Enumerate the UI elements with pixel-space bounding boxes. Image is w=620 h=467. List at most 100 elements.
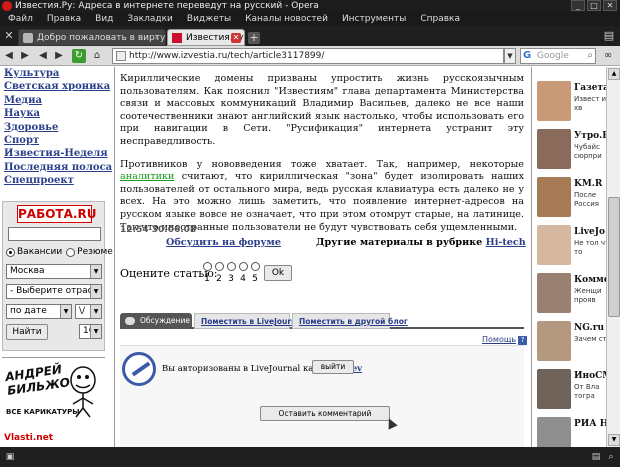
nav-science[interactable]: Наука (4, 107, 112, 120)
window-controls: _ □ ✕ (571, 0, 617, 12)
vertical-scrollbar[interactable]: ▲ ▼ (606, 67, 620, 447)
main-column: Кириллические домены призваны упростить … (116, 67, 530, 447)
logout-button[interactable]: выйти (312, 360, 354, 374)
forward-arrow-icon[interactable]: ▶ (18, 49, 32, 63)
menu-edit[interactable]: Правка (47, 12, 81, 26)
search-input[interactable]: G Google ⌕ (520, 48, 596, 64)
nav-culture[interactable]: Культура (4, 67, 112, 80)
glasses-icon[interactable]: ∞ (601, 49, 615, 63)
menu-file[interactable]: Файл (8, 12, 33, 26)
nav-special-project[interactable]: Спецпроект (4, 174, 112, 187)
zoom-icon[interactable]: ⌕ (605, 451, 617, 463)
scroll-thumb[interactable] (608, 197, 620, 317)
rubric-link[interactable]: Hi-tech (486, 237, 526, 248)
leave-comment-button[interactable]: Оставить комментарий (260, 406, 390, 421)
analysts-link[interactable]: аналитики (120, 171, 174, 182)
scroll-down-icon[interactable]: ▼ (608, 434, 620, 446)
tab-discussion[interactable]: Обсуждение (120, 313, 192, 329)
menu-feeds[interactable]: Каналы новостей (245, 12, 328, 26)
nav-last-page[interactable]: Последняя полоса (4, 161, 112, 174)
find-button[interactable]: Найти (6, 324, 48, 340)
nav-media[interactable]: Медиа (4, 94, 112, 107)
rating-radio[interactable] (202, 262, 212, 271)
fast-forward-icon[interactable]: ▶ (52, 49, 66, 63)
rating-number: 1 (204, 274, 210, 284)
rabota-logo[interactable]: РАБОТА.RU (17, 205, 96, 223)
article-paragraph: Кириллические домены призваны упростить … (120, 73, 524, 147)
chevron-down-icon[interactable]: ▼ (504, 48, 516, 64)
menu-bar: Файл Правка Вид Закладки Виджеты Каналы … (0, 12, 620, 26)
trash-icon[interactable]: ▤ (602, 29, 616, 43)
menu-widgets[interactable]: Виджеты (187, 12, 231, 26)
industry-select[interactable]: - Выберите отрасль ▼ (6, 284, 102, 299)
vlasti-logo[interactable]: Vlasti.net (4, 433, 53, 443)
view-icon[interactable]: ▤ (590, 451, 602, 463)
panel-toggle-icon[interactable]: ▣ (4, 451, 16, 463)
help-link[interactable]: Помощь? (482, 335, 528, 345)
rating-option[interactable]: 5 (250, 262, 260, 284)
address-field[interactable]: http://www.izvestia.ru/tech/article31178… (112, 48, 504, 64)
bilzho-cartoon-banner[interactable]: АНДРЕЙ БИЛЬЖО ВСЕ КАРИКАТУРЫ (2, 357, 105, 431)
tab-close-icon[interactable]: ✕ (231, 33, 241, 43)
menu-view[interactable]: Вид (95, 12, 113, 26)
page-icon (116, 51, 126, 61)
radio-vacancies-label: Вакансии (17, 247, 63, 257)
rating-option[interactable]: 4 (238, 262, 248, 284)
rating-option[interactable]: 2 (214, 262, 224, 284)
tab-post-other-blog[interactable]: Поместить в другой блог (292, 313, 408, 329)
news-thumbnail (537, 369, 571, 409)
city-select[interactable]: Москва ▼ (6, 264, 102, 279)
opera-logo-icon (2, 1, 12, 11)
sort-select[interactable]: по дате ▼ (6, 304, 72, 319)
rating-radio[interactable] (214, 262, 224, 271)
count-select[interactable]: 10 ▼ (79, 324, 102, 339)
rating-radio[interactable] (226, 262, 236, 271)
chevron-down-icon: ▼ (90, 305, 101, 318)
minimize-button[interactable]: _ (571, 0, 585, 11)
left-column: Культура Светская хроника Медиа Наука Зд… (0, 67, 115, 447)
tab-welcome[interactable]: Добро пожаловать в виртуальн... ✕ (18, 29, 166, 46)
nav-health[interactable]: Здоровье (4, 121, 112, 134)
menu-help[interactable]: Справка (420, 12, 460, 26)
menu-bookmarks[interactable]: Закладки (127, 12, 173, 26)
other-materials-label: Другие материалы в рубрике (316, 237, 483, 248)
scroll-up-icon[interactable]: ▲ (608, 68, 620, 80)
chevron-down-icon: ▼ (90, 265, 101, 278)
news-source: Утро.Р (574, 131, 610, 141)
tools-icon[interactable]: ✕ (2, 29, 16, 43)
search-icon[interactable]: ⌕ (587, 49, 593, 63)
tab-close-icon[interactable]: ✕ (152, 33, 162, 43)
news-thumbnail (537, 225, 571, 265)
nav-izvestia-week[interactable]: Известия-Неделя (4, 147, 112, 160)
search-placeholder: Google (537, 51, 569, 61)
rating-option[interactable]: 3 (226, 262, 236, 284)
rewind-icon[interactable]: ◀ (36, 49, 50, 63)
reload-icon[interactable]: ↻ (72, 49, 86, 63)
discuss-forum-link[interactable]: Обсудить на форуме (166, 237, 281, 248)
nav-sport[interactable]: Спорт (4, 134, 112, 147)
close-window-button[interactable]: ✕ (603, 0, 617, 11)
tab-post-livejournal[interactable]: Поместить в LiveJournal (194, 313, 304, 329)
nav-society-chronicle[interactable]: Светская хроника (4, 80, 112, 93)
rating-number: 2 (216, 274, 222, 284)
new-tab-icon[interactable]: + (248, 32, 260, 44)
radio-resume-label: Резюме (77, 247, 113, 257)
ok-button[interactable]: Ok (264, 265, 292, 281)
rating-radio[interactable] (250, 262, 260, 271)
radio-vacancies[interactable] (6, 247, 15, 257)
menu-tools[interactable]: Инструменты (342, 12, 406, 26)
izvestia-favicon-icon (172, 33, 182, 43)
back-arrow-icon[interactable]: ◀ (2, 49, 16, 63)
industry-value: - Выберите отрасль (10, 286, 102, 296)
tab-label: Добро пожаловать в виртуальн... (37, 33, 166, 43)
sort-order-select[interactable]: \/ ▼ (75, 304, 102, 319)
mouse-cursor-icon (384, 416, 398, 430)
rating-option[interactable]: 1 (202, 262, 212, 284)
other-materials: Другие материалы в рубрике Hi-tech (316, 237, 526, 248)
maximize-button[interactable]: □ (587, 0, 601, 11)
home-icon[interactable]: ⌂ (90, 49, 104, 63)
rating-radio[interactable] (238, 262, 248, 271)
tab-izvestia[interactable]: Известия.Ру: Адреса в... ✕ (167, 29, 245, 46)
radio-resume[interactable] (66, 247, 76, 257)
job-search-input[interactable] (8, 227, 101, 241)
